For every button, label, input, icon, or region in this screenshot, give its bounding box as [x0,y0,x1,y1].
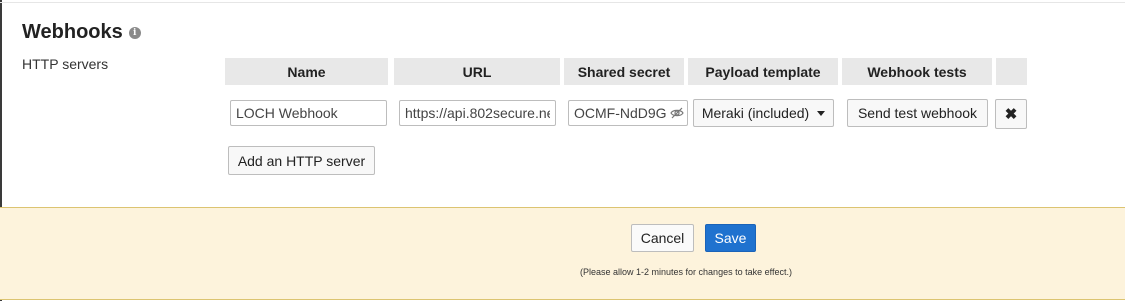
column-header-webhook-tests: Webhook tests [842,58,992,85]
section-title: Webhooks i [22,19,141,45]
column-header-shared-secret: Shared secret [564,58,684,85]
chevron-down-icon [817,110,826,116]
send-test-webhook-button[interactable]: Send test webhook [847,99,988,127]
payload-template-value: Meraki (included) [701,105,810,121]
shared-secret-field [568,100,688,126]
payload-template-select[interactable]: Meraki (included) [693,99,834,127]
remove-server-button[interactable]: ✖ [995,99,1027,129]
column-header-name: Name [225,58,388,85]
add-http-server-button[interactable]: Add an HTTP server [228,146,375,175]
save-button[interactable]: Save [705,224,756,252]
close-icon: ✖ [1004,106,1018,123]
save-note: (Please allow 1-2 minutes for changes to… [580,267,792,277]
server-url-input[interactable] [399,100,556,126]
info-icon[interactable]: i [128,27,141,39]
column-header-payload-template: Payload template [688,58,838,85]
cancel-button[interactable]: Cancel [631,224,694,252]
section-title-text: Webhooks [22,21,123,43]
server-name-input[interactable] [230,100,387,126]
column-header-url: URL [394,58,560,85]
eye-off-icon[interactable] [670,106,684,120]
page-top-divider [0,2,1125,3]
http-servers-label: HTTP servers [22,56,109,72]
save-bar [0,207,1125,300]
column-header-actions [996,58,1027,85]
